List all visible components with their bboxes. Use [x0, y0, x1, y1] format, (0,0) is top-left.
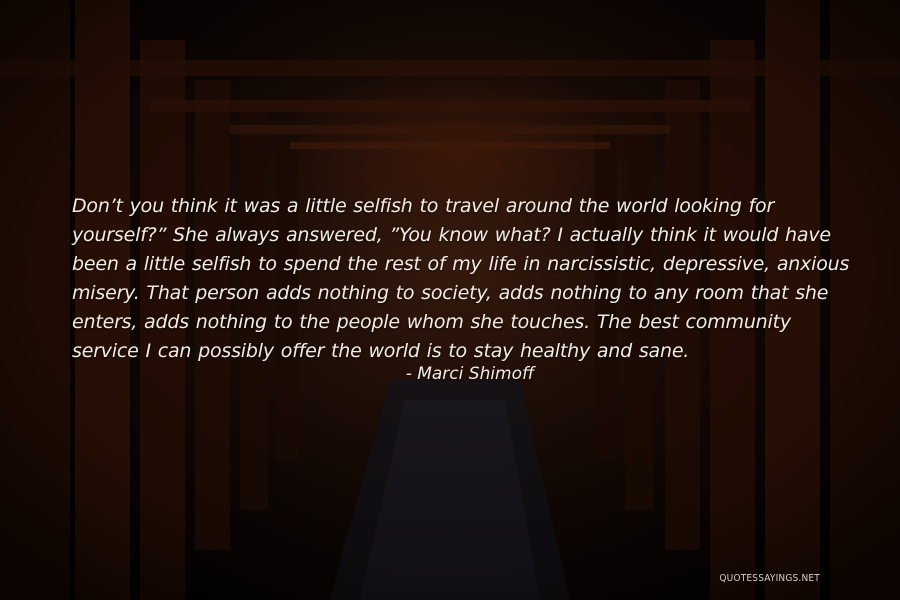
quote-card: Don’t you think it was a little selfish … — [0, 0, 900, 600]
quote-text: Don’t you think it was a little selfish … — [72, 195, 850, 362]
quote-author: - Marci Shimoff — [405, 364, 535, 384]
watermark-logo: QUOTESSAYINGS.NET — [719, 573, 820, 584]
